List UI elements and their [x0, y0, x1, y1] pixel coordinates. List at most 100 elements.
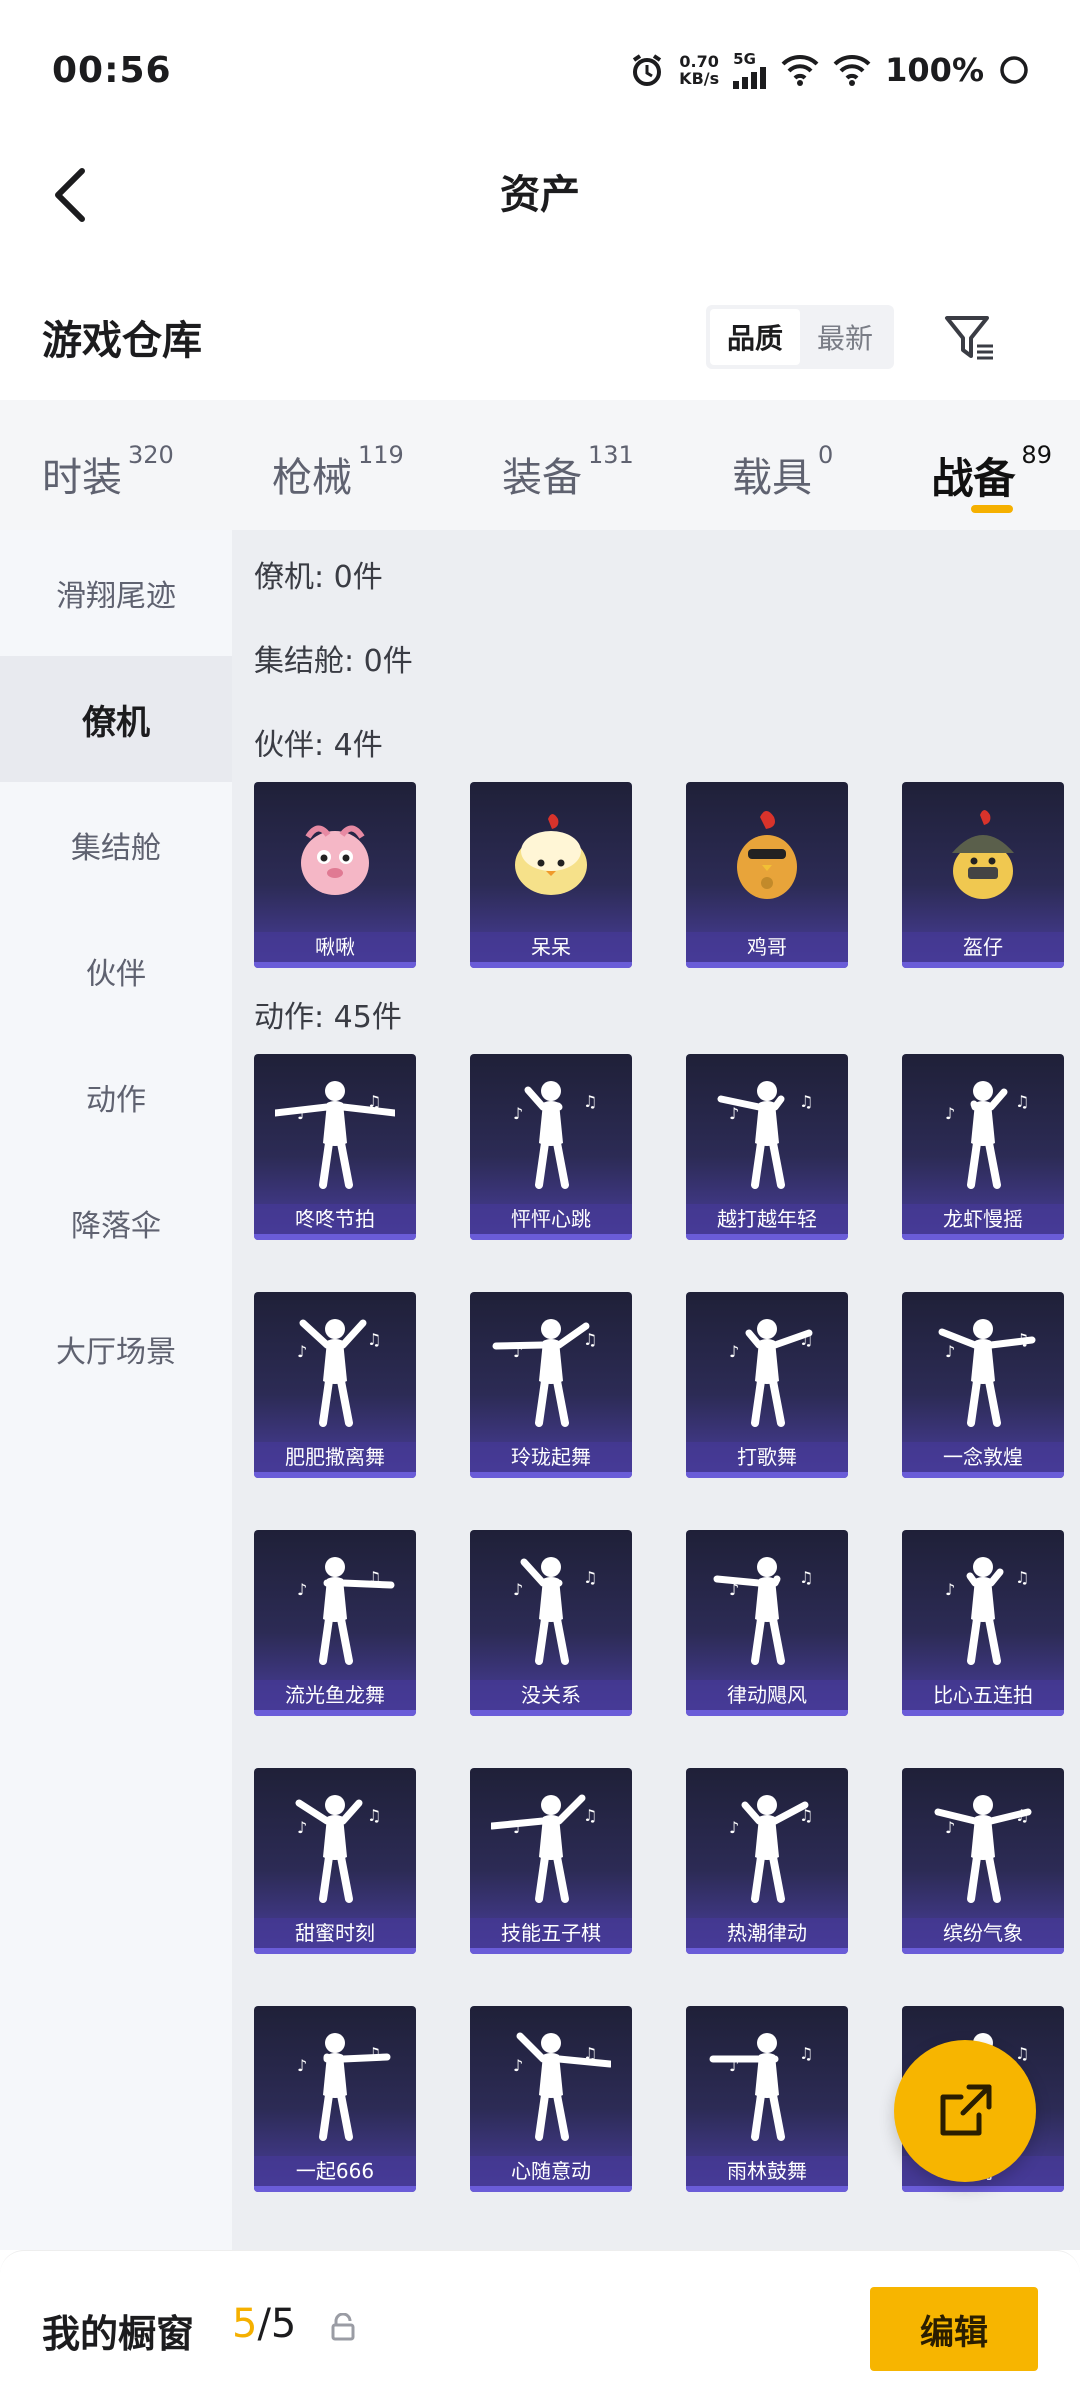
- section-label-rally: 集结舱: 0件: [254, 644, 413, 679]
- edit-button[interactable]: 编辑: [870, 2287, 1038, 2371]
- emote-card[interactable]: ♪ ♫ 甜蜜时刻: [254, 1768, 416, 1954]
- content-panel: 僚机: 0件 集结舱: 0件 伙伴: 4件 啾啾 呆呆 鸡哥 盔仔 动作: 45…: [232, 530, 1080, 2250]
- category-tabs: 时装 320 枪械 119 装备 131 载具 0 战备 89: [0, 400, 1080, 530]
- svg-text:♪: ♪: [513, 1818, 523, 1837]
- dancer-silhouette-icon: ♪♫: [470, 1530, 632, 1678]
- partner-card[interactable]: 鸡哥: [686, 782, 848, 968]
- dancer-silhouette-icon: ♪♫: [686, 2006, 848, 2154]
- sidebar-item-glide-trail[interactable]: 滑翔尾迹: [0, 530, 232, 656]
- dancer-silhouette-icon: ♪♫: [470, 2006, 632, 2154]
- cell-signal-icon: 5G: [733, 51, 767, 89]
- back-button[interactable]: [30, 155, 110, 235]
- emote-card[interactable]: ♪ ♫ 律动飓风: [686, 1530, 848, 1716]
- net-speed-unit: KB/s: [679, 69, 720, 88]
- share-icon: [940, 2084, 992, 2136]
- svg-text:♪: ♪: [945, 1104, 955, 1123]
- svg-text:♪: ♪: [297, 1580, 307, 1599]
- active-tab-indicator: [971, 505, 1014, 513]
- dancer-silhouette-icon: ♪♫: [686, 1768, 848, 1916]
- tab-label: 时装: [42, 455, 122, 501]
- sidebar-item-partner[interactable]: 伙伴: [0, 908, 232, 1034]
- sidebar-item-wingman[interactable]: 僚机: [0, 656, 232, 782]
- svg-text:♪: ♪: [729, 1818, 739, 1837]
- card-name: 甜蜜时刻: [254, 1918, 416, 1948]
- dancer-silhouette-icon: ♪♫: [254, 1768, 416, 1916]
- partner-chick-icon: [470, 782, 632, 930]
- svg-text:♫: ♫: [1015, 1330, 1029, 1349]
- dancer-silhouette-icon: ♪♫: [254, 1054, 416, 1202]
- svg-text:♪: ♪: [729, 1104, 739, 1123]
- emote-card[interactable]: ♪ ♫ 缤纷气象: [902, 1768, 1064, 1954]
- card-name: 流光鱼龙舞: [254, 1680, 416, 1710]
- partner-pig-icon: [254, 782, 416, 930]
- alarm-icon: [629, 52, 665, 88]
- emote-card[interactable]: ♪ ♫ 打歌舞: [686, 1292, 848, 1478]
- tab-guns[interactable]: 枪械 119: [272, 425, 404, 505]
- emote-card[interactable]: ♪ ♫ 雨林鼓舞: [686, 2006, 848, 2192]
- filter-button[interactable]: [940, 308, 1000, 368]
- emote-card[interactable]: ♪ ♫ 流光鱼龙舞: [254, 1530, 416, 1716]
- svg-text:♪: ♪: [729, 2056, 739, 2075]
- card-name: 怦怦心跳: [470, 1204, 632, 1234]
- card-name: 咚咚节拍: [254, 1204, 416, 1234]
- sidebar-item-parachute[interactable]: 降落伞: [0, 1160, 232, 1286]
- showcase-count-current: 5: [232, 2301, 258, 2347]
- svg-text:♫: ♫: [1015, 1092, 1029, 1111]
- svg-text:♫: ♫: [367, 1806, 381, 1825]
- partner-card[interactable]: 呆呆: [470, 782, 632, 968]
- emote-card[interactable]: ♪ ♫ 热潮律动: [686, 1768, 848, 1954]
- tab-vehicles[interactable]: 载具 0: [732, 425, 833, 505]
- card-name: 心随意动: [470, 2156, 632, 2186]
- card-name: 肥肥撒离舞: [254, 1442, 416, 1472]
- svg-text:♪: ♪: [945, 1818, 955, 1837]
- sidebar-item-lobby-scene[interactable]: 大厅场景: [0, 1286, 232, 1412]
- emote-card[interactable]: ♪ ♫ 一起666: [254, 2006, 416, 2192]
- tab-count: 89: [1021, 441, 1052, 469]
- sort-option-newest[interactable]: 最新: [800, 309, 890, 365]
- warehouse-header: 游戏仓库: [0, 290, 1080, 390]
- card-name: 技能五子棋: [470, 1918, 632, 1948]
- card-name: 呆呆: [470, 932, 632, 962]
- tab-label: 载具: [731, 455, 812, 501]
- svg-text:♪: ♪: [513, 1342, 523, 1361]
- tab-equipment[interactable]: 装备 131: [502, 425, 634, 505]
- svg-text:♪: ♪: [297, 1342, 307, 1361]
- card-name: 律动飓风: [686, 1680, 848, 1710]
- partner-card[interactable]: 盔仔: [902, 782, 1064, 968]
- emote-card[interactable]: ♪ ♫ 肥肥撒离舞: [254, 1292, 416, 1478]
- emote-card[interactable]: ♪ ♫ 比心五连拍: [902, 1530, 1064, 1716]
- net-speed: 0.70 KB/s: [679, 53, 719, 87]
- net-speed-value: 0.70: [679, 52, 719, 71]
- sidebar: 滑翔尾迹 僚机 集结舱 伙伴 动作 降落伞 大厅场景: [0, 530, 232, 2250]
- sort-option-quality[interactable]: 品质: [710, 309, 800, 365]
- emote-card[interactable]: ♪ ♫ 龙虾慢摇: [902, 1054, 1064, 1240]
- emote-card[interactable]: ♪ ♫ 怦怦心跳: [470, 1054, 632, 1240]
- svg-text:♪: ♪: [513, 1104, 523, 1123]
- section-label-partner: 伙伴: 4件: [254, 728, 383, 763]
- filter-icon: [945, 316, 993, 360]
- share-button[interactable]: [894, 2040, 1036, 2182]
- card-name: 没关系: [470, 1680, 632, 1710]
- emote-card[interactable]: ♪ ♫ 心随意动: [470, 2006, 632, 2192]
- svg-text:♫: ♫: [583, 1568, 597, 1587]
- dancer-silhouette-icon: ♪♫: [686, 1054, 848, 1202]
- tab-combat-gear[interactable]: 战备 89: [931, 425, 1052, 513]
- wifi-icon-2: [833, 54, 871, 86]
- sidebar-item-rally-pod[interactable]: 集结舱: [0, 782, 232, 908]
- dancer-silhouette-icon: ♪♫: [686, 1530, 848, 1678]
- emote-card[interactable]: ♪ ♫ 玲珑起舞: [470, 1292, 632, 1478]
- dancer-silhouette-icon: ♪♫: [254, 1292, 416, 1440]
- svg-text:♪: ♪: [297, 1104, 307, 1123]
- emote-card[interactable]: ♪ ♫ 一念敦煌: [902, 1292, 1064, 1478]
- dancer-silhouette-icon: ♪♫: [470, 1292, 632, 1440]
- emote-card[interactable]: ♪ ♫ 越打越年轻: [686, 1054, 848, 1240]
- dancer-silhouette-icon: ♪♫: [254, 1530, 416, 1678]
- card-name: 龙虾慢摇: [902, 1204, 1064, 1234]
- tab-fashion[interactable]: 时装 320: [42, 425, 174, 505]
- emote-card[interactable]: ♪ ♫ 没关系: [470, 1530, 632, 1716]
- sidebar-item-emote[interactable]: 动作: [0, 1034, 232, 1160]
- emote-card[interactable]: ♪ ♫ 技能五子棋: [470, 1768, 632, 1954]
- battery-icon: [998, 54, 1030, 86]
- partner-card[interactable]: 啾啾: [254, 782, 416, 968]
- emote-card[interactable]: ♪ ♫ 咚咚节拍: [254, 1054, 416, 1240]
